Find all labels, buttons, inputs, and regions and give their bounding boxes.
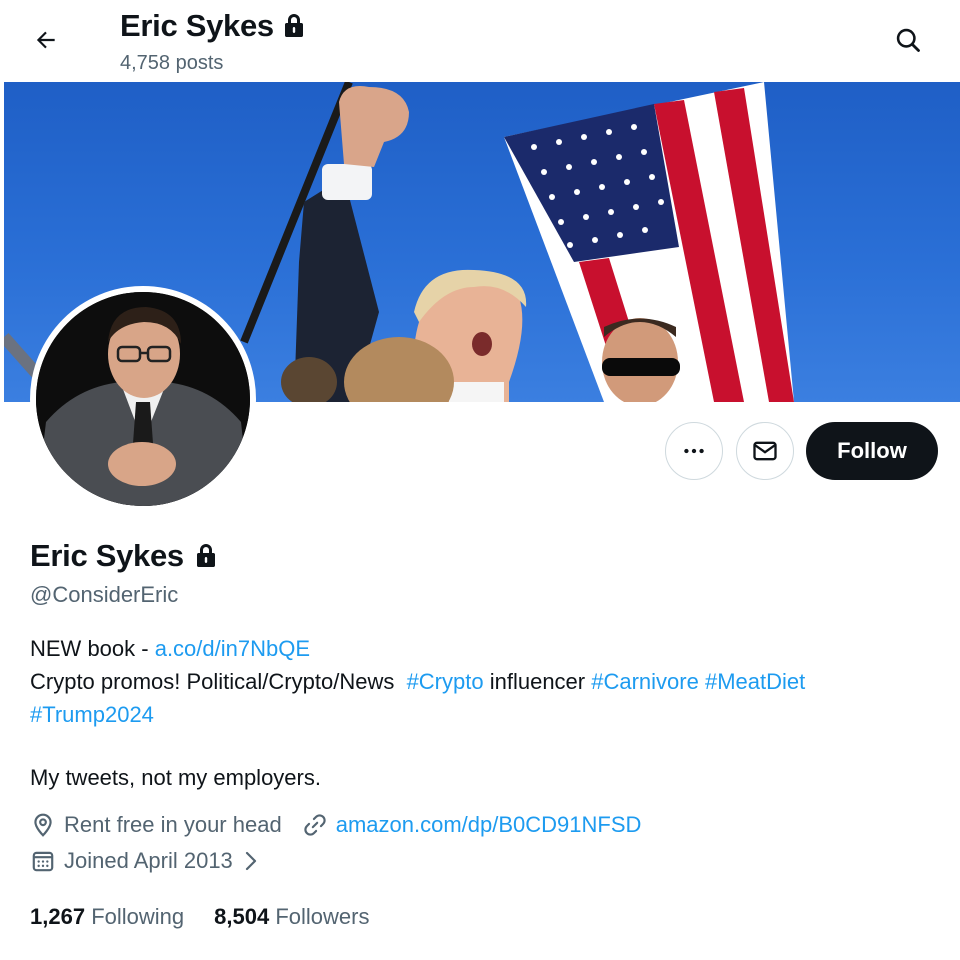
follow-button[interactable]: Follow [806,422,938,480]
ellipsis-icon [684,448,704,454]
joined-row[interactable]: Joined April 2013 [30,848,261,874]
posts-count: 4,758 posts [120,52,224,74]
header-name: Eric Sykes [120,8,274,43]
message-button[interactable] [736,422,794,480]
link-icon [304,814,326,836]
header-title: Eric Sykes [120,8,306,44]
bio-book-link[interactable]: a.co/d/in7NbQE [155,636,310,661]
avatar[interactable] [30,286,256,512]
bio-text: Crypto promos! Political/Crypto/News [30,669,407,694]
hashtag-crypto[interactable]: #Crypto [407,669,484,694]
more-options-button[interactable] [665,422,723,480]
profile-name: Eric Sykes [30,538,218,574]
lock-icon [196,544,215,567]
followers-count: 8,504 [214,904,270,929]
chevron-right-icon [245,851,256,871]
joined-text: Joined April 2013 [64,848,233,873]
following-stat[interactable]: 1,267 Following [30,904,184,930]
location-text: Rent free in your head [64,812,282,837]
followers-label: Followers [275,904,370,929]
joined[interactable]: Joined April 2013 [30,848,261,874]
following-label: Following [91,904,185,929]
search-button[interactable] [888,20,928,60]
followers-stat[interactable]: 8,504 Followers [214,904,369,930]
lock-icon [284,14,303,37]
location: Rent free in your head [30,812,282,838]
follow-stats: 1,267 Following 8,504 Followers [30,904,369,930]
display-name: Eric Sykes [30,538,184,573]
bio-line-1: NEW book - a.co/d/in7NbQE [30,632,940,665]
bio-line-2: Crypto promos! Political/Crypto/News #Cr… [30,665,940,698]
following-count: 1,267 [30,904,86,929]
profile-bio: NEW book - a.co/d/in7NbQE Crypto promos!… [30,632,940,794]
avatar-photo [36,292,250,506]
agent-figure [602,318,680,402]
search-icon [896,28,920,52]
hashtag-carnivore[interactable]: #Carnivore [591,669,699,694]
bio-line-4: My tweets, not my employers. [30,765,321,790]
bio-line-3: #Trump2024 [30,698,940,731]
top-bar: Eric Sykes 4,758 posts [0,0,960,82]
hashtag-meatdiet[interactable]: #MeatDiet [705,669,805,694]
bio-text: NEW book - [30,636,155,661]
location-pin-icon [34,813,52,837]
profile-handle: @ConsiderEric [30,582,179,607]
profile-meta: Rent free in your head amazon.com/dp/B0C… [30,812,641,838]
envelope-icon [753,441,777,461]
website: amazon.com/dp/B0CD91NFSD [302,812,642,838]
back-button[interactable] [26,20,66,60]
bio-text: influencer [483,669,592,694]
calendar-icon [32,851,54,872]
hashtag-trump2024[interactable]: #Trump2024 [30,702,154,727]
website-link[interactable]: amazon.com/dp/B0CD91NFSD [336,812,642,838]
arrow-left-icon [36,31,55,49]
